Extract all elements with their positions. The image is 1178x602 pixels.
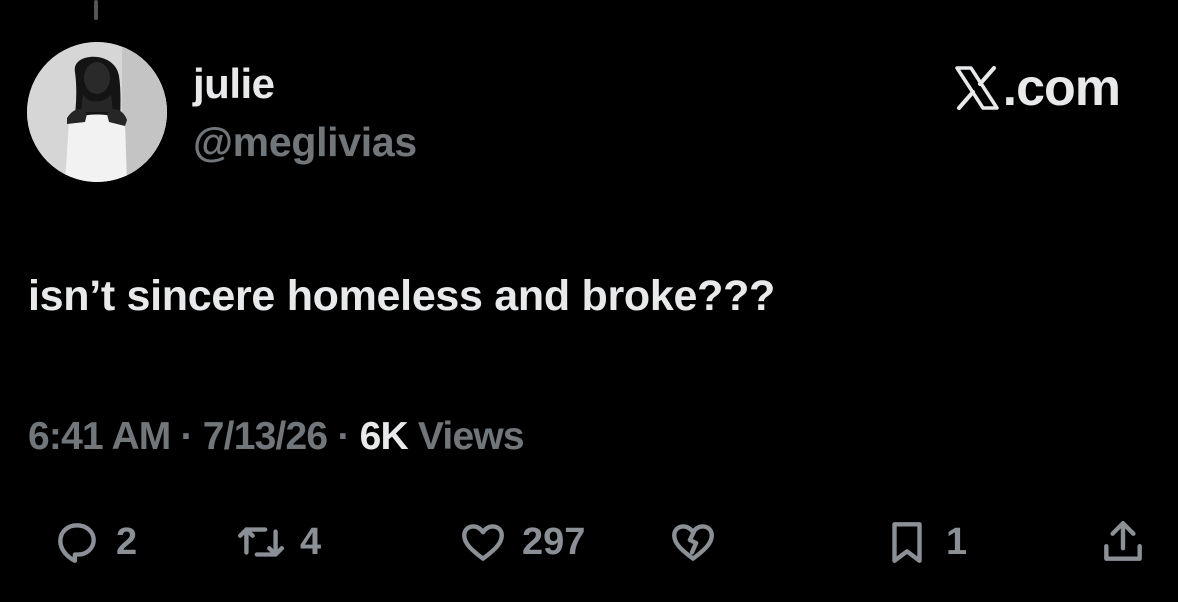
tweet-actions-bar: 2 4 297 1 [0, 510, 1178, 574]
bookmark-count: 1 [946, 520, 968, 563]
repost-icon [237, 527, 285, 557]
reply-button[interactable]: 2 [52, 510, 137, 574]
tweet-meta: 6:41 AM · 7/13/26 · 6K Views [28, 415, 525, 459]
dislike-button[interactable] [668, 510, 718, 574]
avatar[interactable] [27, 42, 167, 182]
reply-count: 2 [116, 520, 138, 563]
reply-icon [58, 523, 96, 563]
tweet-time[interactable]: 6:41 AM [28, 415, 171, 458]
meta-separator: · [180, 415, 194, 458]
tweet-date[interactable]: 7/13/26 [203, 415, 328, 458]
views-label[interactable]: Views [418, 415, 525, 458]
author-handle[interactable]: @meglivias [193, 119, 417, 166]
like-count: 297 [522, 520, 586, 563]
share-button[interactable] [1098, 510, 1148, 574]
author-display-name[interactable]: julie [193, 60, 275, 108]
bookmark-button[interactable]: 1 [882, 510, 967, 574]
bookmark-icon [892, 522, 922, 563]
repost-button[interactable]: 4 [236, 510, 321, 574]
share-icon [1104, 521, 1142, 561]
repost-count: 4 [300, 520, 322, 563]
meta-separator: · [337, 415, 350, 458]
like-button[interactable]: 297 [458, 510, 585, 574]
broken-heart-icon [672, 524, 714, 561]
tweet-text: isn’t sincere homeless and broke??? [28, 272, 775, 320]
brand-domain-text: .com [1002, 59, 1121, 117]
heart-icon [462, 524, 504, 561]
views-count[interactable]: 6K [360, 415, 409, 458]
x-logo-icon [954, 66, 999, 110]
thread-connector-line [94, 0, 98, 20]
brand-watermark: .com [953, 58, 1121, 118]
